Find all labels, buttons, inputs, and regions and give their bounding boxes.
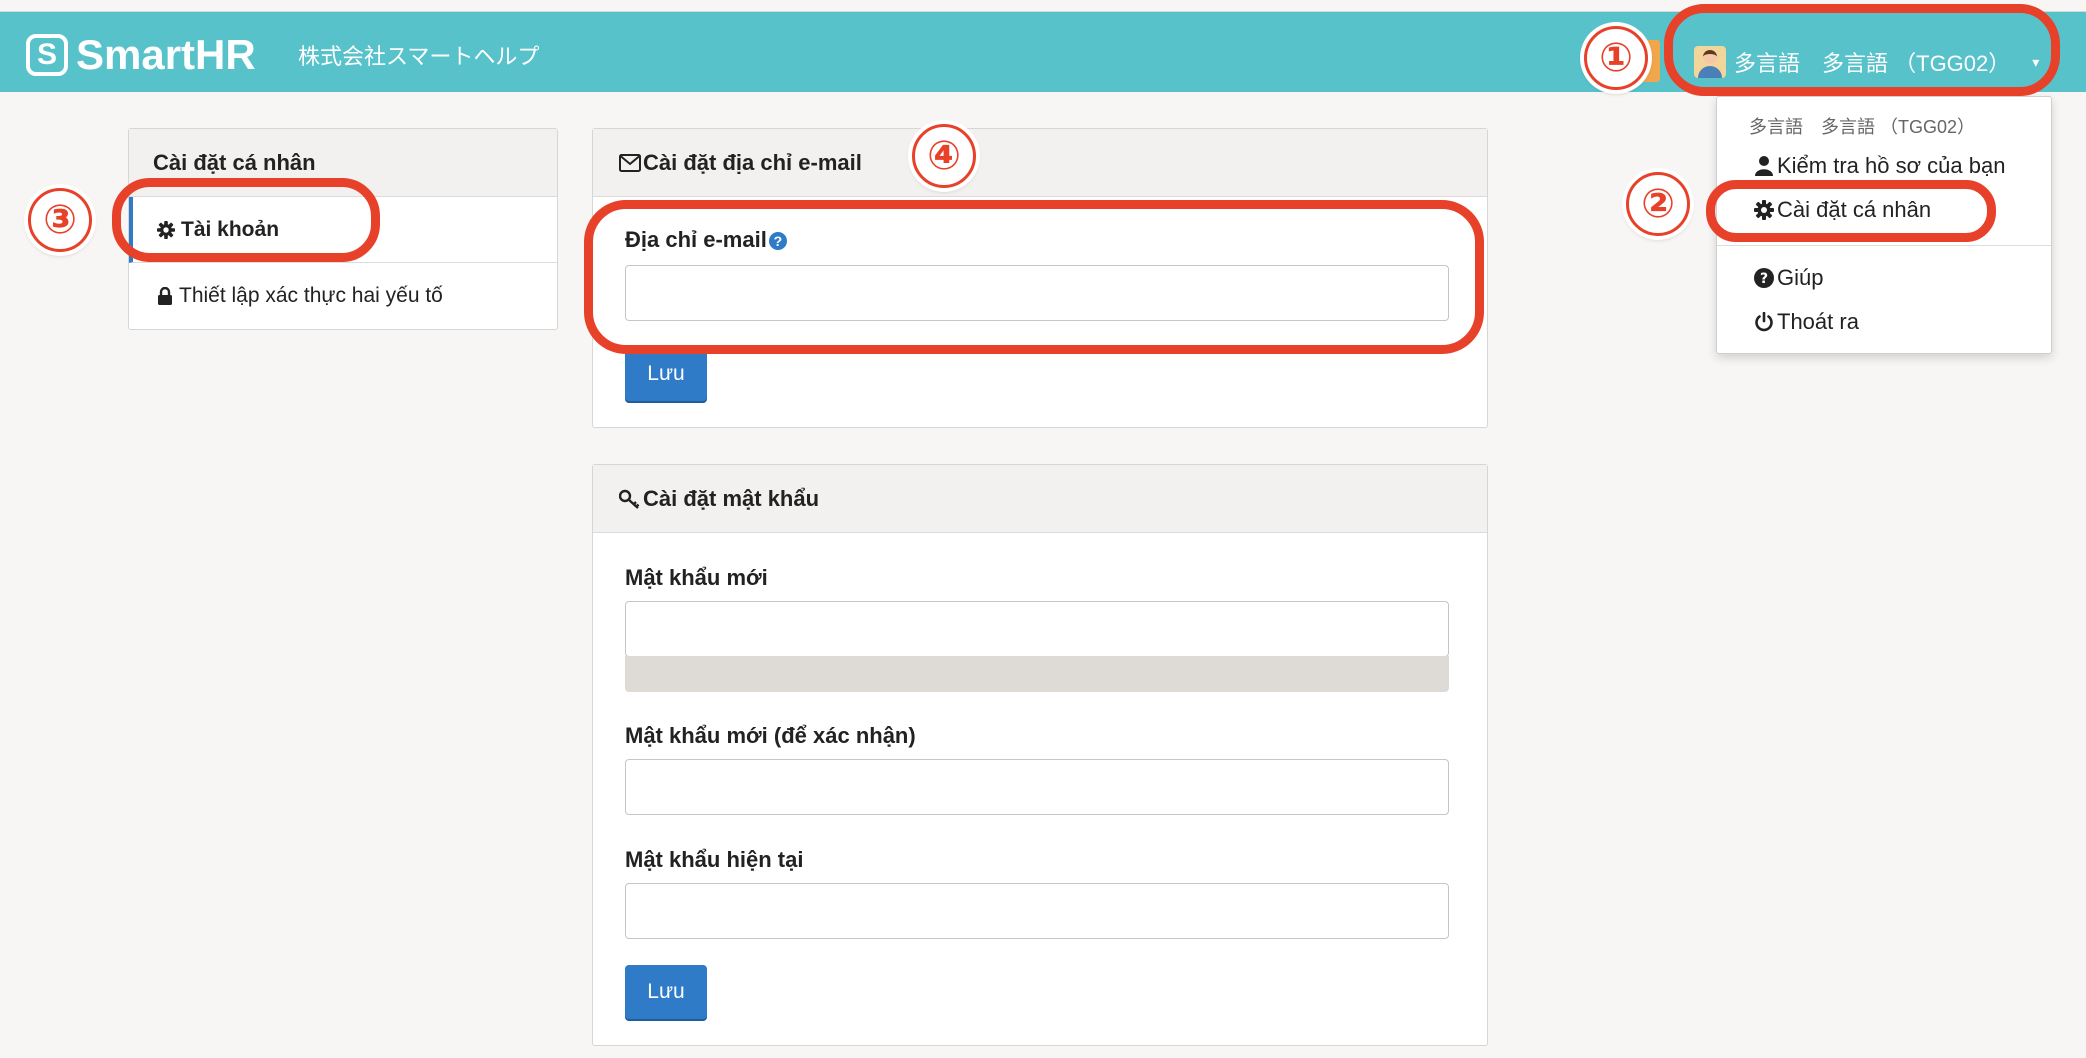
sidebar-item-two-factor[interactable]: Thiết lập xác thực hai yếu tố <box>129 263 557 329</box>
menu-divider <box>1717 245 2051 246</box>
sidebar-item-account[interactable]: Tài khoản <box>129 197 557 263</box>
new-password-label: Mật khẩu mới <box>625 565 768 590</box>
gear-icon <box>1753 200 1775 220</box>
menu-item-label: Thoát ra <box>1777 309 1859 334</box>
confirm-password-input[interactable] <box>625 759 1449 815</box>
email-field-label: Địa chỉ e-mail? <box>625 227 787 253</box>
menu-item-personal-settings[interactable]: Cài đặt cá nhân <box>1753 197 1931 223</box>
password-panel-header: Cài đặt mật khẩu <box>593 465 1487 533</box>
email-panel-title: Cài đặt địa chỉ e-mail <box>643 149 862 175</box>
email-panel-header: Cài đặt địa chỉ e-mail <box>593 129 1487 197</box>
browser-top-edge <box>0 0 2086 12</box>
sidebar-title: Cài đặt cá nhân <box>129 129 557 197</box>
password-settings-panel: Cài đặt mật khẩu Mật khẩu mới Mật khẩu m… <box>592 464 1488 1046</box>
password-save-button[interactable]: Lưu <box>625 965 707 1019</box>
email-input[interactable] <box>625 265 1449 321</box>
user-icon <box>1753 156 1775 176</box>
menu-item-logout[interactable]: Thoát ra <box>1753 309 1859 335</box>
menu-item-label: Giúp <box>1777 265 1824 290</box>
user-menu-button[interactable]: 多言語 多言語 （TGG02） ▾ <box>1684 38 2046 86</box>
help-icon[interactable]: ? <box>768 232 787 251</box>
password-strength-meter <box>625 656 1449 692</box>
logo-mark: S <box>26 34 68 76</box>
avatar <box>1694 46 1726 78</box>
confirm-password-label: Mật khẩu mới (để xác nhận) <box>625 723 916 748</box>
new-password-input[interactable] <box>625 601 1449 657</box>
envelope-icon <box>619 153 641 172</box>
svg-text:?: ? <box>1760 271 1768 287</box>
settings-sidebar: Cài đặt cá nhân Tài khoản Thiết lập xác … <box>128 128 558 330</box>
email-save-button[interactable]: Lưu <box>625 347 707 401</box>
current-password-input[interactable] <box>625 883 1449 939</box>
email-label-text: Địa chỉ e-mail <box>625 227 767 252</box>
gear-icon <box>157 220 175 239</box>
user-name: 多言語 <box>1734 51 1801 76</box>
user-dropdown-menu: 多言語 多言語 （TGG02） Kiểm tra hồ sơ của bạn C… <box>1716 96 2052 354</box>
menu-item-profile[interactable]: Kiểm tra hồ sơ của bạn <box>1753 153 2005 179</box>
password-panel-title: Cài đặt mật khẩu <box>643 485 820 511</box>
dropdown-header: 多言語 多言語 （TGG02） <box>1749 117 1976 137</box>
email-settings-panel: Cài đặt địa chỉ e-mail Địa chỉ e-mail? L… <box>592 128 1488 428</box>
menu-item-label: Cài đặt cá nhân <box>1777 197 1932 222</box>
question-circle-icon: ? <box>1753 268 1775 288</box>
key-icon <box>619 489 641 509</box>
logo-text: SmartHR <box>76 31 256 78</box>
company-name: 株式会社スマートヘルプ <box>298 44 540 69</box>
top-navbar: S SmartHR 株式会社スマートヘルプ 多言語 多言語 （TGG02） ▾ <box>0 12 2086 92</box>
menu-item-help[interactable]: ? Giúp <box>1753 265 1823 291</box>
user-org: 多言語 （TGG02） <box>1822 51 2011 76</box>
annotation-badge-2: ② <box>1626 172 1690 236</box>
smarthr-logo[interactable]: S SmartHR <box>26 31 256 79</box>
lock-icon <box>157 287 173 305</box>
annotation-badge-4: ④ <box>912 124 976 188</box>
annotation-badge-3: ③ <box>28 188 92 252</box>
menu-item-label: Kiểm tra hồ sơ của bạn <box>1777 153 2006 178</box>
annotation-badge-1: ① <box>1584 26 1648 90</box>
power-icon <box>1753 312 1775 332</box>
sidebar-item-label: Thiết lập xác thực hai yếu tố <box>179 284 443 307</box>
sidebar-item-label: Tài khoản <box>181 217 280 241</box>
current-password-label: Mật khẩu hiện tại <box>625 847 804 872</box>
chevron-down-icon: ▾ <box>2032 53 2040 70</box>
